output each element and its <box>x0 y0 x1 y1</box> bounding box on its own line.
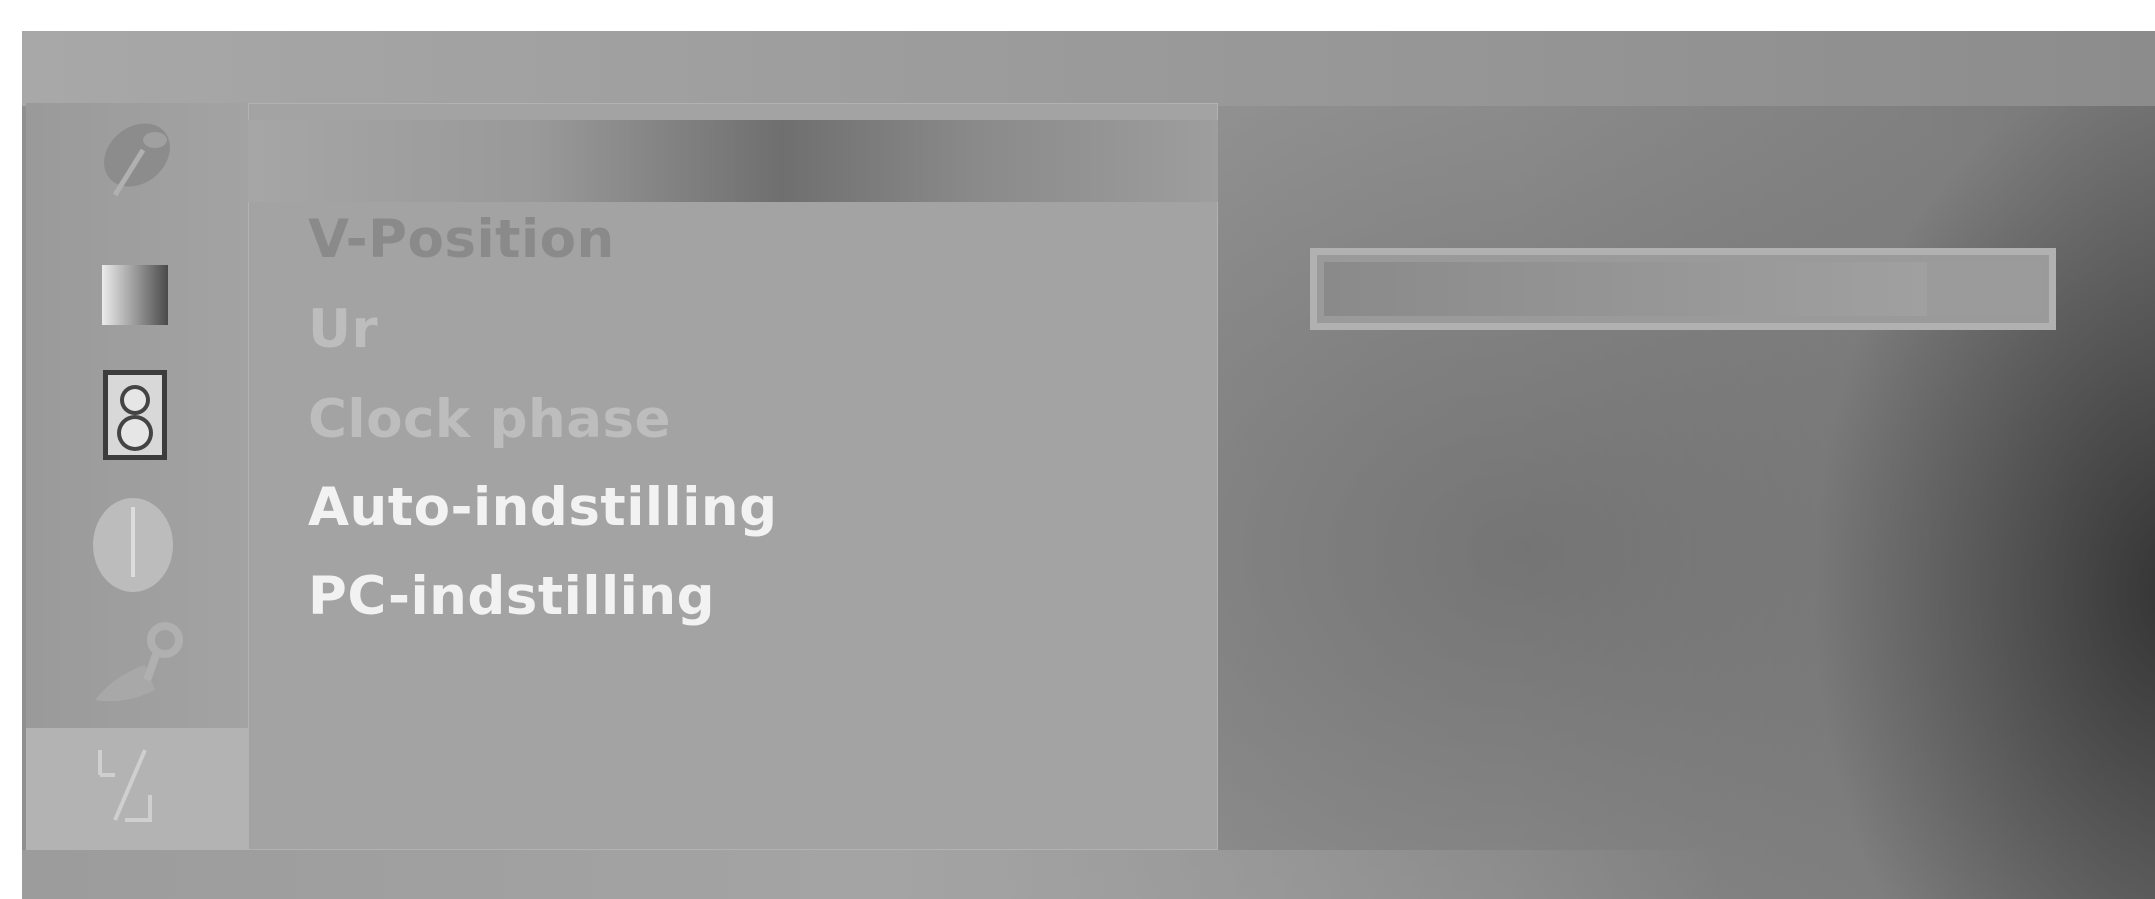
picture-icon[interactable] <box>85 245 185 345</box>
screen-adjust-icon[interactable] <box>85 735 185 835</box>
settings-wrench-icon[interactable] <box>85 615 185 715</box>
menu-item-pc-indstilling[interactable]: PC-indstilling <box>308 567 715 627</box>
clock-icon[interactable] <box>85 495 185 595</box>
menu-header-bar <box>248 120 1218 202</box>
menu-item-v-position[interactable]: V-Position <box>308 210 615 270</box>
value-slider[interactable] <box>1310 248 2056 330</box>
value-slider-track <box>1927 262 2042 316</box>
speaker-icon[interactable] <box>85 365 185 465</box>
menu-item-auto-indstilling[interactable]: Auto-indstilling <box>308 478 778 538</box>
satellite-dish-icon[interactable] <box>85 110 185 210</box>
menu-item-clock-phase[interactable]: Clock phase <box>308 390 671 450</box>
top-band <box>22 31 2155 106</box>
bottom-band <box>22 850 1722 899</box>
menu-item-ur[interactable]: Ur <box>308 300 378 360</box>
value-slider-fill <box>1324 262 1927 316</box>
